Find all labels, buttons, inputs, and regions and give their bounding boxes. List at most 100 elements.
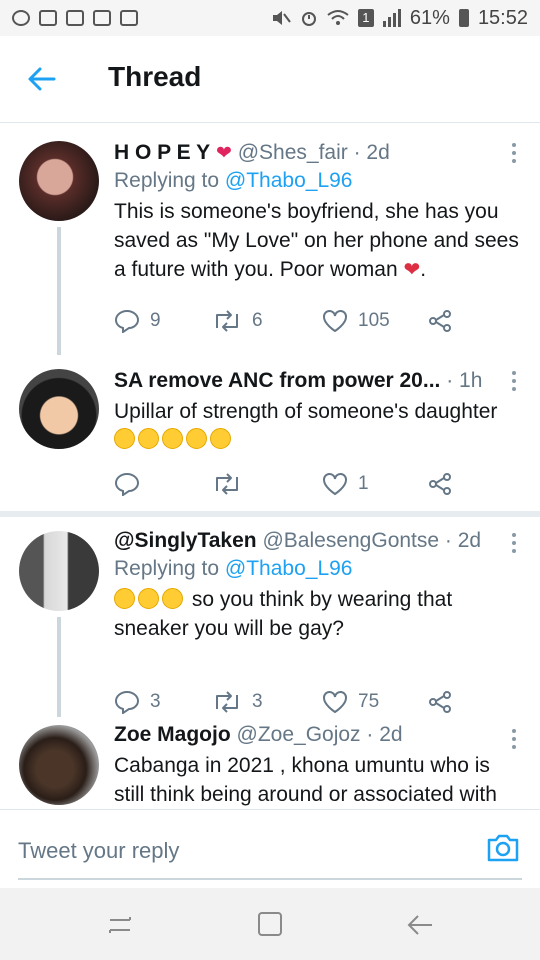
- camera-button[interactable]: [486, 832, 520, 864]
- notification-icons: [12, 10, 138, 26]
- share-action[interactable]: [428, 690, 452, 714]
- reply-action[interactable]: 9: [114, 309, 212, 333]
- recents-button[interactable]: [104, 910, 136, 940]
- system-icons: 1 61% 15:52: [271, 7, 528, 30]
- retweet-icon: [216, 691, 238, 713]
- wifi-icon: [327, 10, 349, 25]
- retweet-icon: [216, 310, 238, 332]
- tweet[interactable]: Zoe Magojo @Zoe_Gojoz · 2d Cabanga in 20…: [0, 717, 540, 809]
- tweet[interactable]: H O P E Y ❤ @Shes_fair · 2d Replying to …: [0, 123, 540, 355]
- heart-icon: [323, 691, 347, 714]
- author-name[interactable]: Zoe Magojo: [114, 723, 231, 746]
- retweet-count: 6: [252, 310, 263, 331]
- broken-heart-emoji: ❤: [403, 259, 421, 281]
- author-name[interactable]: SA remove ANC from power 20...: [114, 369, 440, 392]
- rofl-emoji: [114, 428, 135, 449]
- like-action[interactable]: 75: [322, 690, 428, 714]
- share-action[interactable]: [428, 472, 452, 496]
- rofl-emoji: [210, 428, 231, 449]
- gmail-icon: [39, 10, 57, 26]
- two-hearts-emoji: ❤: [215, 143, 232, 164]
- avatar[interactable]: [19, 725, 99, 805]
- tears-of-joy-emoji: [162, 588, 183, 609]
- like-action[interactable]: 1: [322, 472, 428, 496]
- sim-icon: [93, 10, 111, 26]
- avatar[interactable]: [19, 369, 99, 449]
- like-count: 75: [358, 691, 380, 712]
- arrow-left-icon: [28, 67, 56, 91]
- tweet-text: Upillar of strength of someone's daughte…: [114, 400, 498, 423]
- rofl-emoji: [162, 428, 183, 449]
- clock: 15:52: [477, 6, 528, 29]
- system-back-button[interactable]: [404, 910, 436, 940]
- tears-of-joy-emoji: [114, 588, 135, 609]
- whatsapp-icon: [12, 10, 30, 26]
- reply-icon: [114, 472, 140, 496]
- battery-percent: 61%: [409, 6, 450, 29]
- tweet-time: · 1h: [446, 369, 483, 392]
- back-button[interactable]: [20, 60, 64, 100]
- tweet-time: · 2d: [353, 141, 390, 164]
- tweet-meta: H O P E Y ❤ @Shes_fair · 2d: [114, 141, 520, 165]
- battery-icon: [458, 9, 469, 27]
- tweet-actions: 3 3 75: [114, 687, 464, 717]
- system-nav-bar: [0, 888, 540, 960]
- alarm-icon: [301, 12, 316, 26]
- reply-input[interactable]: Tweet your reply: [18, 838, 179, 864]
- heart-icon: [323, 310, 347, 333]
- reply-action[interactable]: [114, 472, 212, 496]
- retweet-action[interactable]: [212, 473, 322, 495]
- mute-icon: [272, 11, 291, 25]
- author-name[interactable]: @SinglyTaken: [114, 529, 257, 552]
- rofl-emoji: [186, 428, 207, 449]
- replying-to-handle[interactable]: @Thabo_L96: [225, 169, 353, 192]
- tweet-content: @SinglyTaken @BalesengGontse · 2d Replyi…: [114, 529, 520, 643]
- tweet-text-block: so you think by wearing that sneaker you…: [114, 585, 520, 643]
- share-icon: [429, 691, 451, 713]
- thread-connector: [57, 227, 61, 355]
- tweet[interactable]: @SinglyTaken @BalesengGontse · 2d Replyi…: [0, 517, 540, 717]
- retweet-count: 3: [252, 691, 263, 712]
- avatar[interactable]: [19, 141, 99, 221]
- retweet-icon: [216, 473, 238, 495]
- laughing-emojis: [114, 428, 520, 451]
- thread-connector: [57, 617, 61, 717]
- home-button[interactable]: [254, 910, 286, 940]
- tweet-meta: SA remove ANC from power 20... · 1h: [114, 369, 520, 393]
- camera-icon: [487, 834, 519, 862]
- status-bar: 1 61% 15:52: [0, 0, 540, 36]
- tweet-meta: Zoe Magojo @Zoe_Gojoz · 2d: [114, 723, 520, 747]
- author-name[interactable]: H O P E Y: [114, 141, 210, 164]
- home-icon: [258, 912, 282, 936]
- tweet-text-block: This is someone's boyfriend, she has you…: [114, 197, 520, 285]
- reply-input-underline: [18, 878, 522, 880]
- tears-of-joy-emoji: [138, 588, 159, 609]
- thread-timeline[interactable]: H O P E Y ❤ @Shes_fair · 2d Replying to …: [0, 123, 540, 809]
- reply-icon: [114, 690, 140, 714]
- share-icon: [429, 310, 451, 332]
- share-icon: [429, 473, 451, 495]
- rofl-emoji: [138, 428, 159, 449]
- heart-icon: [323, 473, 347, 496]
- reply-count: 3: [150, 691, 161, 712]
- author-handle[interactable]: @Shes_fair: [238, 141, 348, 164]
- page-title: Thread: [108, 61, 202, 92]
- author-handle[interactable]: @Zoe_Gojoz: [237, 723, 361, 746]
- reply-icon: [114, 309, 140, 333]
- author-handle[interactable]: @BalesengGontse: [262, 529, 439, 552]
- replying-to-handle[interactable]: @Thabo_L96: [225, 557, 353, 580]
- avatar[interactable]: [19, 531, 99, 611]
- sim-badge-icon: 1: [357, 9, 374, 27]
- replying-to: Replying to @Thabo_L96: [114, 169, 520, 193]
- signal-icon: [382, 9, 401, 27]
- like-action[interactable]: 105: [322, 309, 428, 333]
- retweet-action[interactable]: 3: [212, 691, 322, 713]
- tweet-actions: 9 6 105: [114, 306, 464, 336]
- tweet[interactable]: SA remove ANC from power 20... · 1h Upil…: [0, 355, 540, 511]
- tweet-text-end: .: [420, 258, 427, 281]
- reply-action[interactable]: 3: [114, 690, 212, 714]
- retweet-action[interactable]: 6: [212, 310, 322, 332]
- reply-count: 9: [150, 310, 161, 331]
- share-action[interactable]: [428, 309, 452, 333]
- replying-to: Replying to @Thabo_L96: [114, 557, 520, 581]
